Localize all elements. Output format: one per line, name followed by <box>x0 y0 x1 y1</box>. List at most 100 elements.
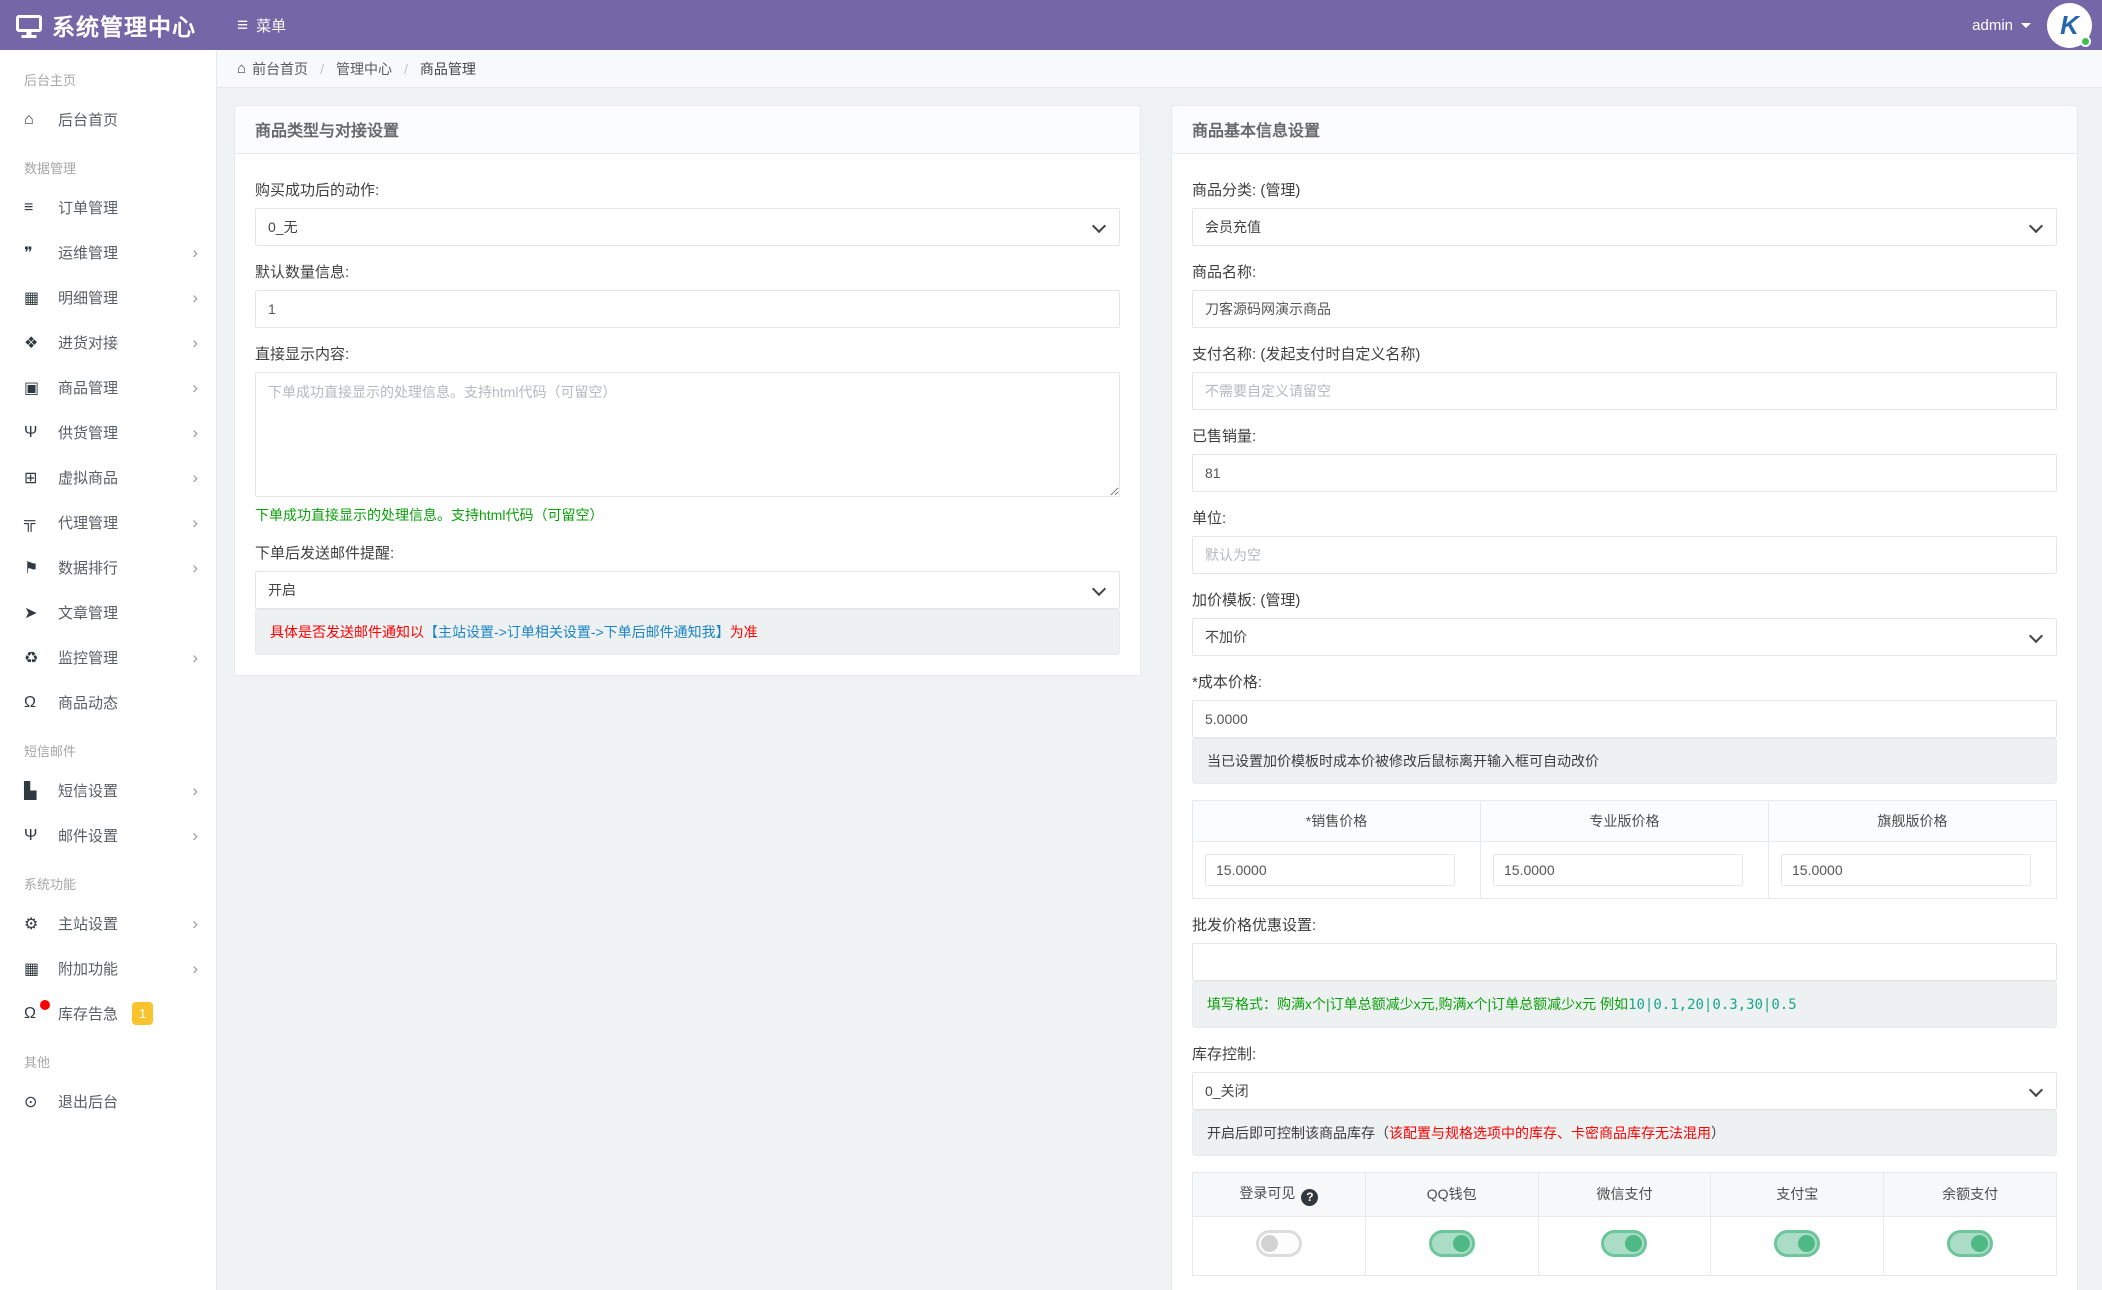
category-select[interactable]: 会员充值 <box>1192 208 2057 246</box>
sidebar-item-label: 商品管理 <box>58 377 118 398</box>
sidebar-item-cutlery[interactable]: Ψ供货管理› <box>0 410 216 455</box>
sidebar-section-header: 后台主页 <box>0 54 216 97</box>
brand-title: 系统管理中心 <box>52 8 196 42</box>
direct-content-textarea[interactable] <box>255 372 1120 497</box>
sidebar-item-send[interactable]: ➤ 文章管理 <box>0 590 216 635</box>
toggle-knob <box>1261 1235 1278 1252</box>
gear-icon: ⚙ <box>24 914 48 934</box>
sidebar-item-label: 主站设置 <box>58 913 118 934</box>
mail-remind-note: 具体是否发送邮件通知以【主站设置->订单相关设置->下单后邮件通知我】为准 <box>255 609 1120 655</box>
sales-count-label: 已售销量: <box>1192 426 2057 447</box>
wholesale-input[interactable] <box>1192 943 2057 981</box>
price-input-ultimate[interactable] <box>1781 854 2031 886</box>
panel-body: 商品分类: (管理) 会员充值 商品名称: 支付名称: (发起支付时自定义名称) <box>1172 154 2077 1290</box>
sidebar-item-label: 监控管理 <box>58 647 118 668</box>
monitor-icon <box>16 15 42 32</box>
stock-help-prefix: 开启后即可控制该商品库存（ <box>1207 1125 1389 1141</box>
product-name-label: 商品名称: <box>1192 262 2057 283</box>
menu-toggle-label: 菜单 <box>256 15 286 36</box>
sidebar-item-comments[interactable]: ❞运维管理› <box>0 230 216 275</box>
sidebar-item-sitemap[interactable]: ╦代理管理› <box>0 500 216 545</box>
payment-column-header: 登录可见? <box>1193 1173 1366 1217</box>
breadcrumb-item[interactable]: 前台首页 <box>252 59 308 79</box>
caret-down-icon <box>2021 23 2031 28</box>
price-column-header: 旗舰版价格 <box>1769 801 2057 842</box>
toggle-login-visible[interactable] <box>1256 1230 1302 1257</box>
chevron-right-icon: › <box>192 782 198 799</box>
bell-icon: Ω <box>24 1005 48 1023</box>
default-qty-input[interactable] <box>255 290 1120 328</box>
sidebar-item-refresh[interactable]: ♻监控管理› <box>0 635 216 680</box>
sidebar-item-cart[interactable]: ▣商品管理› <box>0 365 216 410</box>
panel-product-type: 商品类型与对接设置 购买成功后的动作: 0_无 默认数量信息: <box>234 105 1141 676</box>
chevron-right-icon: › <box>192 424 198 441</box>
mail-remind-select[interactable]: 开启 <box>255 571 1120 609</box>
wholesale-help-code: 10|0.1,20|0.3,30|0.5 <box>1628 997 1797 1013</box>
sidebar-item-calendar[interactable]: ▦附加功能› <box>0 946 216 991</box>
toggle-balance-pay[interactable] <box>1947 1230 1993 1257</box>
sidebar-item-flag[interactable]: ⚑数据排行› <box>0 545 216 590</box>
power-icon: ⊙ <box>24 1092 48 1112</box>
topbar: 系统管理中心 ≡ 菜单 admin K <box>0 0 2102 50</box>
mail-note-prefix: 具体是否发送邮件通知以 <box>270 624 424 640</box>
sidebar-item-home[interactable]: ⌂后台首页 <box>0 97 216 142</box>
pay-name-input[interactable] <box>1192 372 2057 410</box>
toggle-qq-wallet[interactable] <box>1429 1230 1475 1257</box>
sidebar-section-header: 短信邮件 <box>0 725 216 768</box>
send-icon: ➤ <box>24 603 48 623</box>
breadcrumb-separator: / <box>320 61 324 77</box>
price-input-sale[interactable] <box>1205 854 1455 886</box>
payment-column-header: QQ钱包 <box>1365 1173 1538 1217</box>
stock-help-warning: 该配置与规格选项中的库存、卡密商品库存无法混用 <box>1389 1125 1711 1141</box>
cubes-icon: ❖ <box>24 333 48 353</box>
logo-status-dot <box>2080 36 2091 47</box>
chevron-right-icon: › <box>192 649 198 666</box>
mail-note-suffix: 为准 <box>730 624 758 640</box>
price-column-header: 专业版价格 <box>1481 801 1769 842</box>
sidebar-item-bell[interactable]: Ω商品动态 <box>0 680 216 725</box>
sidebar-item-cubes[interactable]: ❖进货对接› <box>0 320 216 365</box>
chevron-right-icon: › <box>192 514 198 531</box>
logo-mark: K <box>2060 10 2079 41</box>
toggle-wechat-pay[interactable] <box>1601 1230 1647 1257</box>
cost-price-input[interactable] <box>1192 700 2057 738</box>
sidebar-item-label: 文章管理 <box>58 602 118 623</box>
user-menu[interactable]: admin <box>1972 17 2031 34</box>
stock-help-suffix: ） <box>1711 1125 1725 1141</box>
payment-toggle-cell <box>1193 1216 1366 1275</box>
count-badge: 1 <box>132 1002 153 1025</box>
default-qty-label: 默认数量信息: <box>255 262 1120 283</box>
sidebar-item-grid[interactable]: ⊞虚拟商品› <box>0 455 216 500</box>
stock-control-help: 开启后即可控制该商品库存（该配置与规格选项中的库存、卡密商品库存无法混用） <box>1192 1110 2057 1156</box>
price-input-pro[interactable] <box>1493 854 1743 886</box>
markup-template-label: 加价模板: (管理) <box>1192 590 2057 611</box>
toggle-alipay[interactable] <box>1774 1230 1820 1257</box>
direct-content-label: 直接显示内容: <box>255 344 1120 365</box>
sidebar-item-cutlery[interactable]: Ψ邮件设置› <box>0 813 216 858</box>
sidebar-item-chart[interactable]: ▙短信设置› <box>0 768 216 813</box>
payment-table: 登录可见?QQ钱包微信支付支付宝余额支付 <box>1192 1172 2057 1276</box>
sidebar-item-label: 商品动态 <box>58 692 118 713</box>
app-frame: 后台主页⌂后台首页数据管理≡订单管理❞运维管理›▦明细管理›❖进货对接›▣商品管… <box>0 50 2102 1290</box>
sidebar-item-list[interactable]: ≡订单管理 <box>0 185 216 230</box>
sidebar-item-calendar[interactable]: ▦明细管理› <box>0 275 216 320</box>
topbar-right: admin K <box>1972 3 2102 48</box>
mail-note-link[interactable]: 【主站设置->订单相关设置->下单后邮件通知我】 <box>424 624 730 640</box>
purchase-action-select[interactable]: 0_无 <box>255 208 1120 246</box>
sidebar-item-gear[interactable]: ⚙主站设置› <box>0 901 216 946</box>
flag-icon: ⚑ <box>24 558 48 578</box>
sidebar-section-header: 数据管理 <box>0 142 216 185</box>
sidebar-item-label: 后台首页 <box>58 109 118 130</box>
sidebar-item-power[interactable]: ⊙退出后台 <box>0 1079 216 1124</box>
site-logo[interactable]: K <box>2047 3 2092 48</box>
unit-input[interactable] <box>1192 536 2057 574</box>
sidebar: 后台主页⌂后台首页数据管理≡订单管理❞运维管理›▦明细管理›❖进货对接›▣商品管… <box>0 50 217 1290</box>
sidebar-item-label: 邮件设置 <box>58 825 118 846</box>
stock-control-select[interactable]: 0_关闭 <box>1192 1072 2057 1110</box>
menu-toggle-button[interactable]: ≡ 菜单 <box>237 15 286 36</box>
markup-template-select[interactable]: 不加价 <box>1192 618 2057 656</box>
sales-count-input[interactable] <box>1192 454 2057 492</box>
product-name-input[interactable] <box>1192 290 2057 328</box>
sidebar-item-bell[interactable]: Ω库存告急1 <box>0 991 216 1036</box>
breadcrumb-item[interactable]: 管理中心 <box>336 59 392 79</box>
